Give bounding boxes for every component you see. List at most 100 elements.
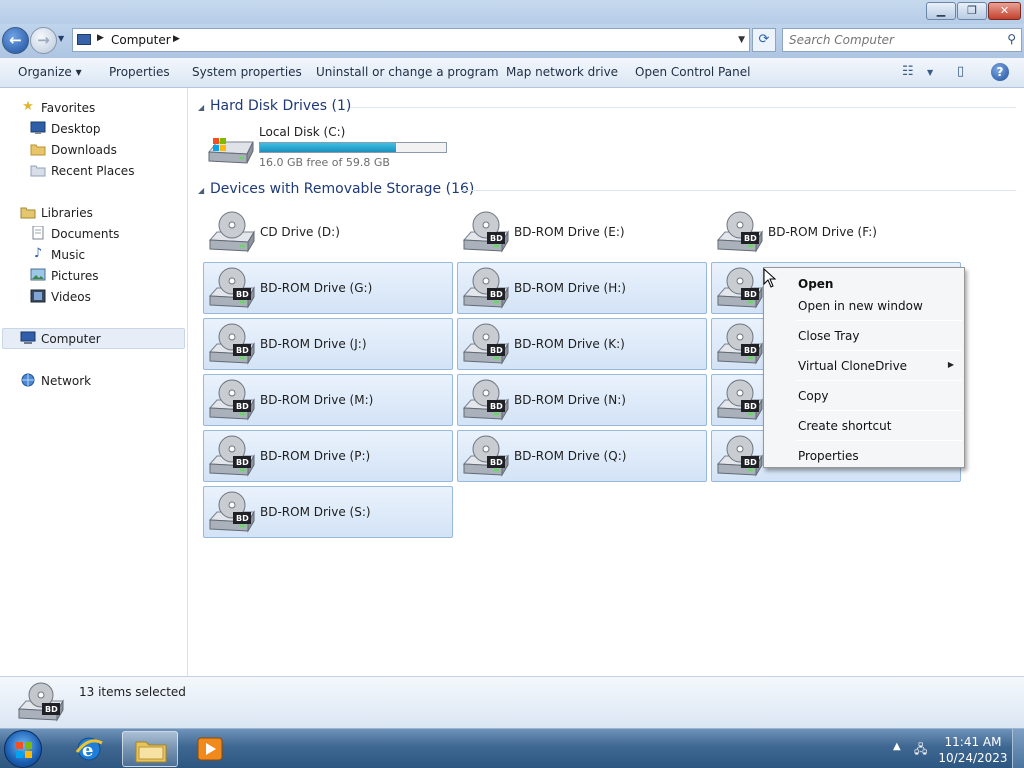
- group-title: Hard Disk Drives (1): [210, 98, 352, 114]
- svg-text:BD: BD: [744, 234, 757, 243]
- forward-button[interactable]: →: [30, 27, 57, 54]
- refresh-icon: ⟳: [758, 32, 770, 47]
- bd-drive-icon: BD: [716, 211, 763, 253]
- documents-icon: [30, 225, 46, 240]
- drive-tile[interactable]: BD BD-ROM Drive (F:): [711, 206, 961, 258]
- network-tray-icon[interactable]: 🖧: [914, 740, 927, 761]
- menu-item-copy[interactable]: Copy: [766, 385, 962, 407]
- cd-drive-icon: [208, 211, 255, 253]
- group-header-removable-storage[interactable]: ◢ Devices with Removable Storage (16): [197, 180, 1017, 200]
- drive-name: BD-ROM Drive (E:): [514, 225, 625, 239]
- videos-icon: [30, 289, 46, 303]
- bd-drive-icon: BD: [462, 267, 509, 309]
- recent-pages-dropdown-icon[interactable]: ▼: [58, 34, 64, 43]
- clock-date: 10/24/2023: [938, 751, 1008, 765]
- bd-drive-icon: BD: [17, 682, 64, 722]
- menu-item-create-shortcut[interactable]: Create shortcut: [766, 415, 962, 437]
- preview-pane-icon[interactable]: ▯: [957, 64, 964, 79]
- nav-label: Music: [51, 248, 86, 262]
- taskbar-internet-explorer[interactable]: e: [62, 731, 118, 767]
- svg-text:BD: BD: [744, 402, 757, 411]
- bd-drive-icon: BD: [462, 211, 509, 253]
- search-icon[interactable]: ⚲: [1007, 32, 1016, 46]
- group-header-hard-disk-drives[interactable]: ◢ Hard Disk Drives (1): [197, 97, 1017, 117]
- drive-tile[interactable]: BD BD-ROM Drive (G:): [203, 262, 453, 314]
- nav-label: Downloads: [51, 143, 117, 157]
- taskbar-media-player[interactable]: [182, 731, 238, 767]
- search-box[interactable]: ⚲: [782, 28, 1022, 52]
- close-button[interactable]: ✕: [988, 2, 1021, 20]
- drive-tile[interactable]: CD Drive (D:): [203, 206, 453, 258]
- drive-tile[interactable]: BD BD-ROM Drive (J:): [203, 318, 453, 370]
- menu-item-close-tray[interactable]: Close Tray: [766, 325, 962, 347]
- menu-item-open[interactable]: Open: [766, 273, 962, 295]
- organize-button[interactable]: Organize ▾: [18, 65, 82, 79]
- taskbar-windows-explorer[interactable]: [122, 731, 178, 767]
- nav-label: Documents: [51, 227, 120, 241]
- search-input[interactable]: [789, 32, 994, 48]
- drive-name: BD-ROM Drive (G:): [260, 281, 373, 295]
- drive-name: BD-ROM Drive (P:): [260, 449, 371, 463]
- properties-button[interactable]: Properties: [109, 65, 170, 79]
- system-properties-button[interactable]: System properties: [192, 65, 302, 79]
- navigation-pane: ★ Favorites Desktop Downloads Recent Pla…: [0, 88, 188, 676]
- drive-tile[interactable]: BD BD-ROM Drive (S:): [203, 486, 453, 538]
- help-icon[interactable]: ?: [991, 63, 1009, 81]
- svg-text:BD: BD: [490, 458, 503, 467]
- map-network-drive-button[interactable]: Map network drive: [506, 65, 618, 79]
- refresh-button[interactable]: ⟳: [752, 28, 776, 52]
- menu-item-open-new-window[interactable]: Open in new window: [766, 295, 962, 317]
- breadcrumb-separator-icon[interactable]: ▶: [97, 33, 104, 43]
- drive-tile[interactable]: BD BD-ROM Drive (K:): [457, 318, 707, 370]
- collapse-icon[interactable]: ◢: [198, 186, 204, 195]
- collapse-icon[interactable]: ◢: [198, 103, 204, 112]
- drive-tile[interactable]: BD BD-ROM Drive (E:): [457, 206, 707, 258]
- clock-time: 11:41 AM: [944, 735, 1002, 749]
- minimize-button[interactable]: ▁: [926, 2, 956, 20]
- nav-label: Computer: [41, 332, 101, 346]
- hard-disk-icon: [208, 138, 254, 164]
- menu-item-properties[interactable]: Properties: [766, 445, 962, 467]
- bd-drive-icon: BD: [208, 323, 255, 365]
- back-button[interactable]: ←: [2, 27, 29, 54]
- address-row: ← → ▼ ▶ Computer ▶ ▼ ⟳ ⚲: [0, 24, 1024, 58]
- svg-text:BD: BD: [236, 346, 249, 355]
- breadcrumb-computer[interactable]: Computer: [111, 33, 171, 47]
- maximize-button[interactable]: ❐: [957, 2, 987, 20]
- address-bar[interactable]: ▶ Computer ▶ ▼: [72, 28, 750, 52]
- bd-drive-icon: BD: [208, 435, 255, 477]
- address-history-dropdown-icon[interactable]: ▼: [738, 35, 745, 45]
- disk-usage-bar: [259, 142, 447, 153]
- view-options-icon[interactable]: ☷: [902, 64, 914, 79]
- star-icon: ★: [22, 99, 34, 114]
- details-pane: BD 13 items selected: [0, 676, 1024, 728]
- drive-tile[interactable]: BD BD-ROM Drive (N:): [457, 374, 707, 426]
- bd-drive-icon: BD: [462, 435, 509, 477]
- drive-name: BD-ROM Drive (H:): [514, 281, 626, 295]
- group-divider: [350, 107, 1016, 108]
- desktop-icon: [30, 121, 46, 135]
- drive-name: BD-ROM Drive (Q:): [514, 449, 627, 463]
- bd-drive-icon: BD: [462, 379, 509, 421]
- start-button[interactable]: [4, 730, 42, 768]
- bd-drive-icon: BD: [208, 267, 255, 309]
- menu-separator: [796, 410, 962, 411]
- show-desktop-button[interactable]: [1012, 729, 1024, 768]
- taskbar-clock[interactable]: 11:41 AM 10/24/2023: [938, 734, 1008, 766]
- view-dropdown-icon[interactable]: ▼: [927, 68, 933, 77]
- show-hidden-icons-icon[interactable]: ▲: [893, 741, 901, 752]
- nav-label: Videos: [51, 290, 91, 304]
- context-menu: Open Open in new window Close Tray Virtu…: [763, 267, 965, 468]
- drive-tile[interactable]: BD BD-ROM Drive (M:): [203, 374, 453, 426]
- uninstall-program-button[interactable]: Uninstall or change a program: [316, 65, 499, 79]
- folder-icon: [30, 142, 46, 156]
- drive-tile[interactable]: BD BD-ROM Drive (Q:): [457, 430, 707, 482]
- breadcrumb-separator-icon[interactable]: ▶: [173, 34, 180, 44]
- drive-name: BD-ROM Drive (J:): [260, 337, 367, 351]
- open-control-panel-button[interactable]: Open Control Panel: [635, 65, 750, 79]
- drive-tile[interactable]: BD BD-ROM Drive (H:): [457, 262, 707, 314]
- menu-item-virtual-clonedrive[interactable]: Virtual CloneDrive ▶: [766, 355, 962, 377]
- drive-tile[interactable]: BD BD-ROM Drive (P:): [203, 430, 453, 482]
- bd-drive-icon: BD: [716, 323, 763, 365]
- svg-text:BD: BD: [236, 458, 249, 467]
